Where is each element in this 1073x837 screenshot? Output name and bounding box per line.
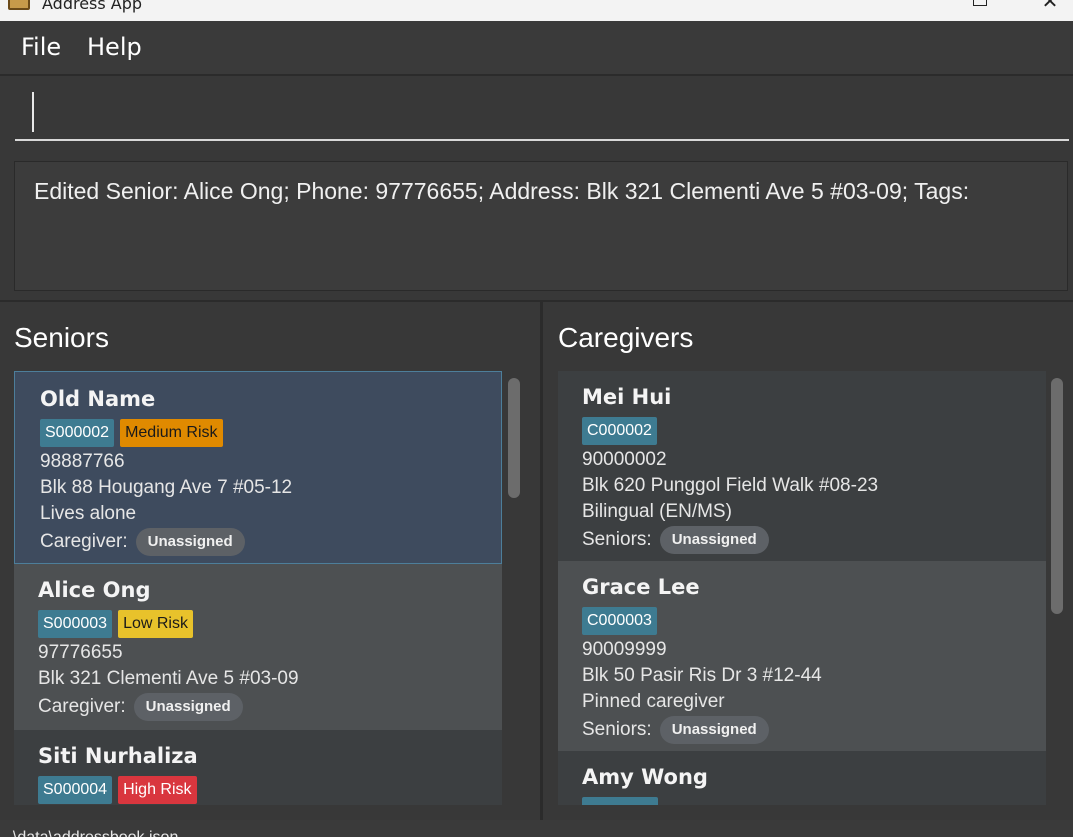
risk-tag: Medium Risk bbox=[120, 419, 223, 447]
seniors-row: Seniors: Unassigned bbox=[582, 526, 1046, 554]
result-display-area: Edited Senior: Alice Ong; Phone: 9777665… bbox=[0, 152, 1073, 300]
close-button[interactable]: ✕ bbox=[1040, 0, 1060, 13]
caregiver-address: Blk 50 Pasir Ris Dr 3 #12-44 bbox=[582, 665, 822, 686]
menu-bar: File Help bbox=[0, 21, 1073, 75]
senior-tags: S000003 Low Risk bbox=[38, 610, 502, 638]
senior-card[interactable]: Alice Ong S000003 Low Risk 97776655 Blk … bbox=[14, 564, 502, 730]
senior-tags: S000004 High Risk bbox=[38, 776, 502, 804]
caregiver-tags: C000003 bbox=[582, 607, 1046, 635]
caregiver-label: Caregiver: bbox=[40, 531, 128, 552]
senior-name: Old Name bbox=[40, 387, 156, 411]
caregiver-phone: 90000002 bbox=[582, 449, 667, 470]
title-bar: Address App ✕ bbox=[0, 0, 1073, 21]
caregiver-name: Amy Wong bbox=[582, 765, 708, 789]
text-caret bbox=[32, 92, 34, 132]
risk-tag: Low Risk bbox=[118, 610, 193, 638]
maximize-button[interactable] bbox=[970, 0, 990, 12]
caregivers-scrollbar[interactable] bbox=[1049, 371, 1063, 805]
caregiver-address: Blk 620 Punggol Field Walk #08-23 bbox=[582, 475, 879, 496]
caregiver-id-tag: C000003 bbox=[582, 607, 657, 635]
seniors-panel: Seniors Old Name S000002 Medium Risk 988… bbox=[0, 302, 540, 820]
app-icon bbox=[8, 0, 30, 10]
caregivers-scrollbar-thumb[interactable] bbox=[1051, 378, 1063, 614]
seniors-label: Seniors: bbox=[582, 719, 652, 740]
senior-id-tag: S000004 bbox=[38, 776, 113, 804]
risk-tag: High Risk bbox=[118, 776, 197, 804]
command-box bbox=[0, 76, 1073, 152]
close-icon: ✕ bbox=[1041, 0, 1059, 13]
caregiver-tags: C000002 bbox=[582, 417, 1046, 445]
assignment-pill: Unassigned bbox=[659, 526, 769, 554]
result-text: Edited Senior: Alice Ong; Phone: 9777665… bbox=[34, 178, 970, 204]
assignment-pill: Unassigned bbox=[133, 693, 243, 721]
seniors-scrollbar-thumb[interactable] bbox=[508, 378, 520, 498]
senior-phone: 97776655 bbox=[38, 642, 123, 663]
result-display[interactable]: Edited Senior: Alice Ong; Phone: 9777665… bbox=[14, 161, 1068, 291]
caregiver-id-tag: C000002 bbox=[582, 417, 657, 445]
senior-note: Lives alone bbox=[40, 503, 137, 524]
senior-id-tag: S000003 bbox=[38, 610, 113, 638]
senior-address: Blk 321 Clementi Ave 5 #03-09 bbox=[38, 668, 299, 689]
caregiver-tags bbox=[582, 797, 1046, 805]
menu-file[interactable]: File bbox=[21, 33, 61, 61]
command-input[interactable] bbox=[15, 84, 1069, 141]
window-title: Address App bbox=[42, 0, 143, 13]
senior-tags: S000002 Medium Risk bbox=[40, 419, 501, 447]
caregiver-name: Grace Lee bbox=[582, 575, 700, 599]
caregivers-list[interactable]: Mei Hui C000002 90000002 Blk 620 Punggol… bbox=[558, 371, 1046, 805]
caregiver-phone: 90009999 bbox=[582, 639, 667, 660]
senior-address: Blk 88 Hougang Ave 7 #05-12 bbox=[40, 477, 293, 498]
senior-name: Siti Nurhaliza bbox=[38, 744, 198, 768]
caregiver-id-tag bbox=[582, 797, 658, 805]
seniors-title: Seniors bbox=[14, 322, 109, 353]
caregivers-title: Caregivers bbox=[558, 322, 694, 353]
seniors-label: Seniors: bbox=[582, 529, 652, 550]
senior-card[interactable]: Siti Nurhaliza S000004 High Risk bbox=[14, 730, 502, 805]
senior-phone: 98887766 bbox=[40, 451, 125, 472]
caregiver-label: Caregiver: bbox=[38, 696, 126, 717]
caregiver-row: Caregiver: Unassigned bbox=[40, 528, 501, 556]
assignment-pill: Unassigned bbox=[135, 528, 245, 556]
caregiver-card[interactable]: Amy Wong bbox=[558, 751, 1046, 805]
caregivers-panel: Caregivers Mei Hui C000002 90000002 Blk … bbox=[543, 302, 1073, 820]
caregiver-note: Bilingual (EN/MS) bbox=[582, 501, 732, 522]
caregiver-note: Pinned caregiver bbox=[582, 691, 725, 712]
senior-card[interactable]: Old Name S000002 Medium Risk 98887766 Bl… bbox=[14, 371, 502, 564]
assignment-pill: Unassigned bbox=[659, 716, 769, 744]
seniors-scrollbar[interactable] bbox=[506, 371, 520, 805]
senior-name: Alice Ong bbox=[38, 578, 151, 602]
caregiver-card[interactable]: Grace Lee C000003 90009999 Blk 50 Pasir … bbox=[558, 561, 1046, 751]
maximize-icon bbox=[973, 0, 987, 6]
seniors-list[interactable]: Old Name S000002 Medium Risk 98887766 Bl… bbox=[14, 371, 502, 805]
status-bar: ..\data\addressbook.json bbox=[0, 820, 1073, 837]
menu-help[interactable]: Help bbox=[87, 33, 142, 61]
caregiver-row: Caregiver: Unassigned bbox=[38, 693, 502, 721]
seniors-row: Seniors: Unassigned bbox=[582, 716, 1046, 744]
status-text: ..\data\addressbook.json bbox=[4, 829, 178, 837]
senior-id-tag: S000002 bbox=[40, 419, 115, 447]
caregiver-name: Mei Hui bbox=[582, 385, 672, 409]
caregiver-card[interactable]: Mei Hui C000002 90000002 Blk 620 Punggol… bbox=[558, 371, 1046, 561]
